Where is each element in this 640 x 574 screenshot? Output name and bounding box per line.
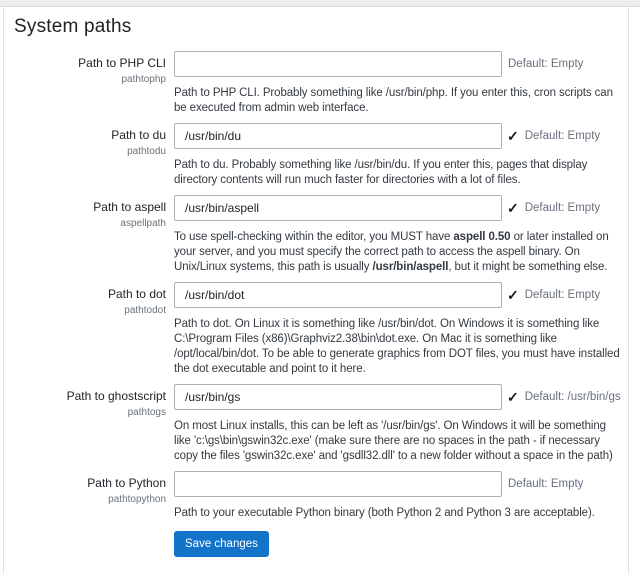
setting-description: Path to PHP CLI. Probably something like… [174, 86, 624, 116]
default-value-label: Default: Empty [508, 58, 583, 70]
setting-id: aspellpath [14, 218, 166, 229]
settings-panel: System paths Path to PHP CLI pathtophp D… [3, 7, 629, 574]
valid-check-icon: ✓ [507, 201, 519, 215]
setting-label-column: Path to PHP CLI pathtophp [14, 51, 166, 116]
setting-label-column: Path to ghostscript pathtogs [14, 384, 166, 464]
desc-text: Path to PHP CLI. Probably something like… [174, 87, 613, 114]
pathtogs-input[interactable] [174, 384, 502, 410]
desc-text: Path to dot. On Linux it is something li… [174, 318, 620, 375]
input-line: ✓ Default: Empty [174, 282, 624, 308]
setting-row-pathtogs: Path to ghostscript pathtogs ✓ Default: … [14, 384, 624, 464]
default-value-label: Default: Empty [508, 478, 583, 490]
input-line: ✓ Default: Empty [174, 123, 624, 149]
input-line: ✓ Default: /usr/bin/gs [174, 384, 624, 410]
desc-text: To use spell-checking within the editor,… [174, 231, 453, 243]
setting-content-column: ✓ Default: Empty Path to dot. On Linux i… [174, 282, 624, 377]
setting-label-column: Path to aspell aspellpath [14, 195, 166, 275]
setting-id: pathtophp [14, 74, 166, 85]
setting-description: Path to your executable Python binary (b… [174, 506, 624, 521]
setting-row-pathtodu: Path to du pathtodu ✓ Default: Empty Pat… [14, 123, 624, 188]
valid-check-icon: ✓ [507, 390, 519, 404]
setting-label: Path to dot [14, 287, 166, 302]
setting-id: pathtopython [14, 494, 166, 505]
setting-content-column: ✓ Default: /usr/bin/gs On most Linux ins… [174, 384, 624, 464]
setting-id: pathtogs [14, 407, 166, 418]
save-changes-button[interactable]: Save changes [174, 531, 269, 557]
setting-description: Path to du. Probably something like /usr… [174, 158, 624, 188]
setting-label: Path to Python [14, 476, 166, 491]
setting-row-aspellpath: Path to aspell aspellpath ✓ Default: Emp… [14, 195, 624, 275]
input-line: ✓ Default: Empty [174, 195, 624, 221]
desc-text: Path to du. Probably something like /usr… [174, 159, 587, 186]
setting-content-column: ✓ Default: Empty Path to du. Probably so… [174, 123, 624, 188]
pathtodu-input[interactable] [174, 123, 502, 149]
setting-id: pathtodu [14, 146, 166, 157]
setting-content-column: ✓ Default: Empty To use spell-checking w… [174, 195, 624, 275]
pathtopython-input[interactable] [174, 471, 502, 497]
setting-content-column: Default: Empty Path to your executable P… [174, 471, 624, 521]
setting-row-pathtodot: Path to dot pathtodot ✓ Default: Empty P… [14, 282, 624, 377]
setting-description: To use spell-checking within the editor,… [174, 230, 624, 275]
desc-text: Path to your executable Python binary (b… [174, 507, 595, 519]
valid-check-icon: ✓ [507, 288, 519, 302]
top-strip [0, 0, 640, 7]
setting-label: Path to aspell [14, 200, 166, 215]
input-line: Default: Empty [174, 51, 624, 77]
setting-label: Path to PHP CLI [14, 56, 166, 71]
setting-label: Path to du [14, 128, 166, 143]
setting-description: On most Linux installs, this can be left… [174, 419, 624, 464]
desc-text: On most Linux installs, this can be left… [174, 420, 613, 462]
desc-text: , but it might be something else. [448, 261, 607, 273]
setting-label-column: Path to du pathtodu [14, 123, 166, 188]
default-value-label: Default: Empty [525, 202, 600, 214]
save-row: Save changes [174, 531, 624, 557]
setting-label-column: Path to Python pathtopython [14, 471, 166, 521]
aspellpath-input[interactable] [174, 195, 502, 221]
setting-row-pathtophp: Path to PHP CLI pathtophp Default: Empty… [14, 51, 624, 116]
default-value-label: Default: Empty [525, 130, 600, 142]
setting-label-column: Path to dot pathtodot [14, 282, 166, 377]
setting-label: Path to ghostscript [14, 389, 166, 404]
default-value-label: Default: Empty [525, 289, 600, 301]
pathtophp-input[interactable] [174, 51, 502, 77]
desc-bold-text: /usr/bin/aspell [373, 261, 449, 273]
default-value-label: Default: /usr/bin/gs [525, 391, 621, 403]
input-line: Default: Empty [174, 471, 624, 497]
setting-row-pathtopython: Path to Python pathtopython Default: Emp… [14, 471, 624, 521]
page-title: System paths [14, 16, 624, 38]
setting-content-column: Default: Empty Path to PHP CLI. Probably… [174, 51, 624, 116]
pathtodot-input[interactable] [174, 282, 502, 308]
desc-bold-text: aspell 0.50 [453, 231, 510, 243]
setting-description: Path to dot. On Linux it is something li… [174, 317, 624, 377]
valid-check-icon: ✓ [507, 129, 519, 143]
setting-id: pathtodot [14, 305, 166, 316]
